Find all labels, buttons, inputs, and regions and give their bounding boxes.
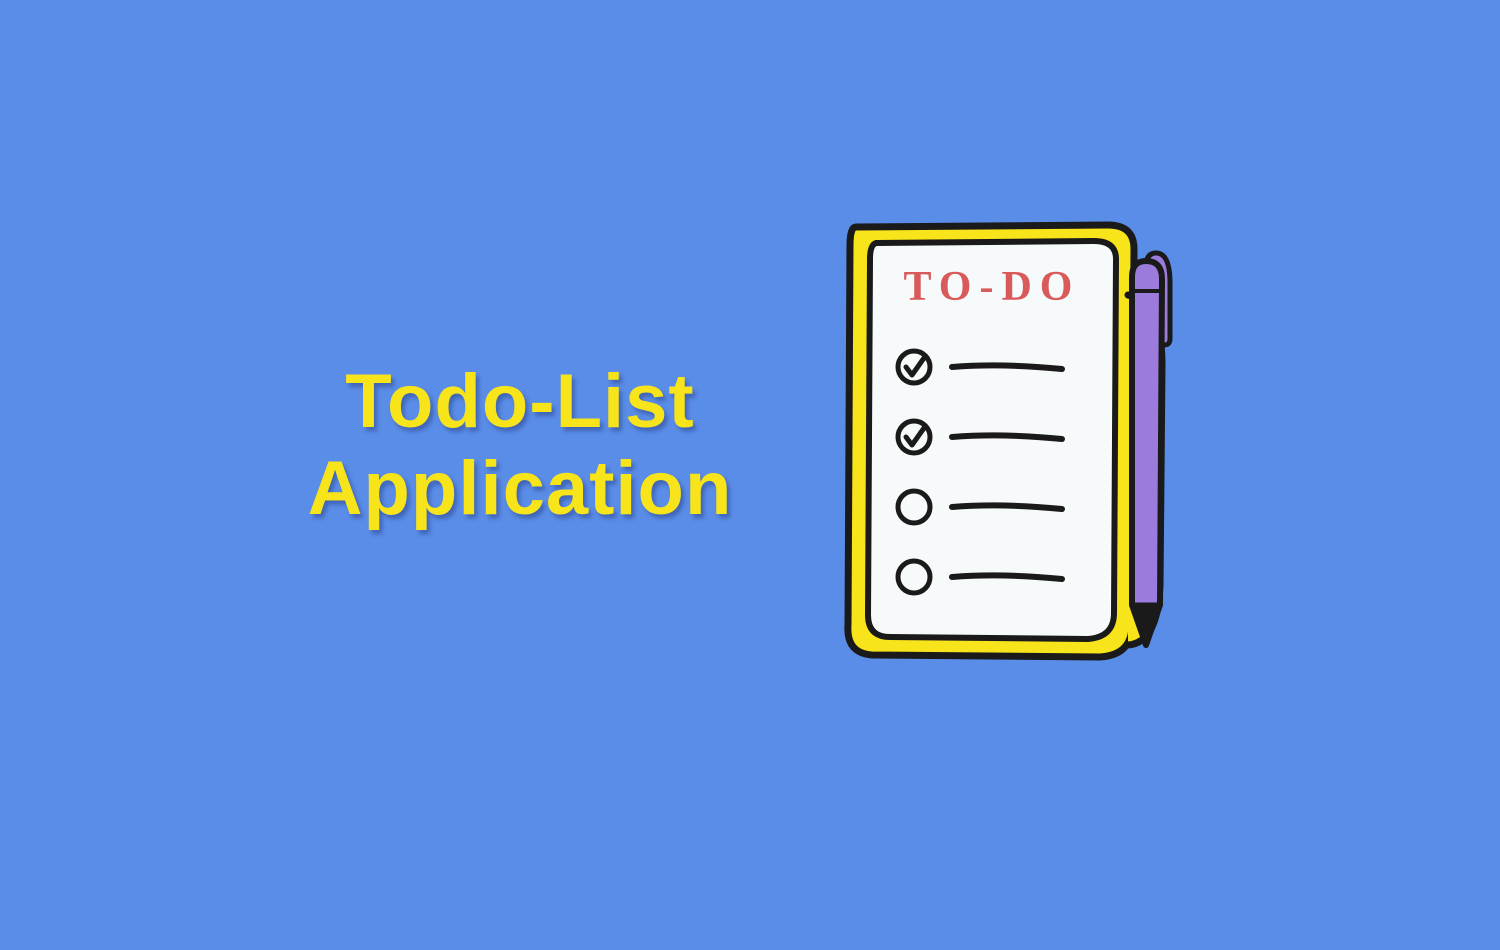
main-title: Todo-List Application (308, 358, 733, 533)
title-line-1: Todo-List (308, 358, 733, 445)
title-line-2: Application (308, 445, 733, 532)
notepad-header-text: TO-DO (904, 264, 1081, 310)
notepad-icon: TO-DO (832, 205, 1192, 685)
notepad-illustration: TO-DO (832, 205, 1192, 685)
hero-container: Todo-List Application TO-DO (308, 205, 1193, 685)
